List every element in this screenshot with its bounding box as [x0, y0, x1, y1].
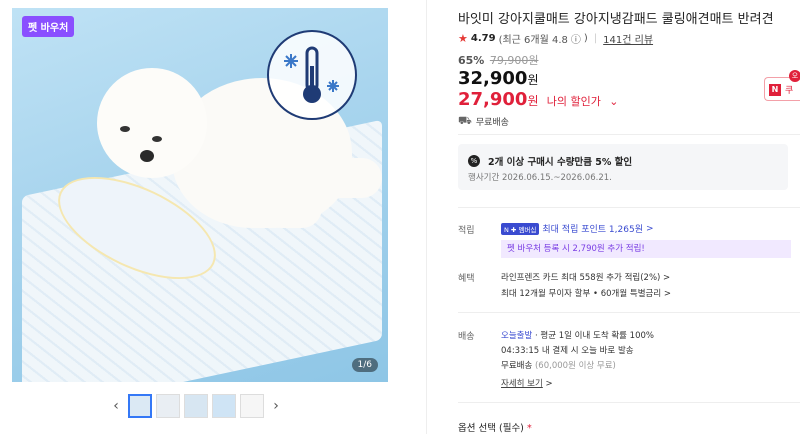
rating-row: ★ 4.79 (최근 6개월 4.8 ⓘ) | 141건 리뷰 — [458, 31, 653, 46]
chevron-right-icon[interactable]: › — [268, 398, 284, 414]
thumbnail[interactable] — [156, 394, 180, 418]
pet-voucher-badge: 펫 바우처 — [22, 16, 75, 37]
sale-price-value: 32,900 — [458, 68, 528, 89]
max-point-link[interactable]: N ✚ 멤버십 최대 적립 포인트 1,265원 > — [501, 222, 654, 235]
pet-voucher-banner[interactable]: 펫 바우처 등록 시 2,790원 추가 적립! — [501, 240, 791, 258]
shipping-row: ⛟ 무료배송 — [458, 114, 509, 129]
coupon-badge: 오 — [789, 70, 800, 82]
discount-row: 65% 79,900원 — [458, 52, 538, 68]
my-discount-price[interactable]: 27,900원 나의 할인가 ⌄ — [458, 89, 618, 110]
delivery-label: 배송 — [458, 332, 475, 342]
dog-nose-graphic — [140, 150, 154, 162]
divider — [458, 134, 800, 135]
option-label-text: 옵션 선택 (필수) — [458, 423, 524, 434]
thumbnail[interactable] — [240, 394, 264, 418]
thermometer-snowflake-icon — [267, 30, 357, 120]
truck-icon: ⛟ — [458, 114, 472, 127]
installment-benefit-link[interactable]: 최대 12개월 무이자 할부 • 60개월 특별금리 > — [501, 287, 671, 299]
dog-leg-graphic — [312, 158, 382, 198]
detail-link-text: 자세히 보기 — [501, 379, 543, 389]
coupon-button[interactable]: 오 N 쿠 — [764, 70, 800, 101]
npay-membership-badge: N ✚ 멤버십 — [501, 222, 540, 235]
promo-period: 행사기간 2026.06.15.~2026.06.21. — [468, 173, 612, 183]
naver-icon: N — [769, 84, 781, 96]
discount-percent: 65% — [458, 54, 485, 67]
delivery-detail-link[interactable]: 자세히 보기 > — [501, 377, 553, 389]
thumbnail[interactable] — [128, 394, 152, 418]
my-price-unit: 원 — [527, 94, 539, 108]
benefits-label: 혜택 — [458, 274, 475, 284]
my-price-label: 나의 할인가 — [546, 95, 601, 108]
shipping-text: 무료배송 — [475, 118, 509, 128]
dog-eye-graphic — [120, 126, 130, 132]
chevron-down-icon: ⌄ — [609, 95, 619, 108]
today-dispatch-row: 오늘출발 · 평균 1일 이내 도착 확률 100% — [501, 329, 654, 341]
thumbnail-strip: ‹ › — [108, 393, 284, 419]
info-icon[interactable]: ⓘ — [571, 31, 581, 46]
divider — [458, 312, 800, 313]
sale-price: 32,900원 — [458, 68, 539, 89]
divider — [426, 0, 427, 434]
card-benefit-link[interactable]: 라인프렌즈 카드 최대 558원 추가 적립(2%) > — [501, 271, 670, 283]
dog-head-graphic — [97, 68, 207, 178]
free-shipping-row: 무료배송 (60,000원 이상 무료) — [501, 359, 616, 371]
image-counter: 1/6 — [351, 358, 378, 372]
free-shipping-condition: (60,000원 이상 무료) — [534, 361, 616, 371]
dog-leg-graphic — [262, 188, 322, 228]
free-shipping-text: 무료배송 — [501, 361, 533, 371]
product-main-image[interactable]: 펫 바우처 1/6 — [12, 8, 388, 382]
promo-title: 2개 이상 구매시 수량만큼 5% 할인 — [488, 157, 633, 168]
max-point-text: 최대 적립 포인트 1,265원 — [542, 225, 643, 235]
required-mark: * — [526, 423, 532, 434]
sale-price-unit: 원 — [527, 73, 539, 87]
rating-recent-close: ) — [583, 33, 588, 44]
rating-score: 4.79 — [470, 33, 496, 44]
separator: | — [593, 33, 598, 44]
product-title: 바잇미 강아지쿨매트 강아지냉감패드 쿨링애견매트 반려견 — [458, 12, 774, 27]
original-price: 79,900원 — [489, 54, 539, 67]
divider — [458, 207, 800, 208]
product-page: 펫 바우처 1/6 ‹ › 바잇미 강아지쿨매트 강아지냉감패드 쿨링애견매트 … — [0, 0, 800, 434]
chevron-right-icon: > — [645, 223, 654, 234]
dispatch-cutoff: 04:33:15 내 결제 시 오늘 바로 발송 — [501, 346, 634, 356]
coupon-label: 쿠 — [785, 86, 794, 96]
review-count-link[interactable]: 141건 리뷰 — [603, 31, 653, 46]
promo-box: % 2개 이상 구매시 수량만큼 5% 할인 행사기간 2026.06.15.~… — [458, 144, 788, 190]
chevron-right-icon: > — [545, 379, 553, 389]
points-label: 적립 — [458, 226, 475, 236]
star-icon: ★ — [458, 32, 468, 45]
thumbnail[interactable] — [212, 394, 236, 418]
thumbnail[interactable] — [184, 394, 208, 418]
chevron-left-icon[interactable]: ‹ — [108, 398, 124, 414]
dog-eye-graphic — [152, 136, 162, 142]
rating-recent: (최근 6개월 4.8 — [498, 35, 568, 46]
option-select-label: 옵션 선택 (필수) * — [458, 420, 532, 434]
percent-icon: % — [468, 155, 480, 167]
today-dispatch-info: · 평균 1일 이내 도착 확률 100% — [534, 331, 654, 341]
divider — [458, 402, 800, 403]
today-dispatch-badge: 오늘출발 — [501, 331, 533, 341]
my-price-value: 27,900 — [458, 89, 528, 110]
